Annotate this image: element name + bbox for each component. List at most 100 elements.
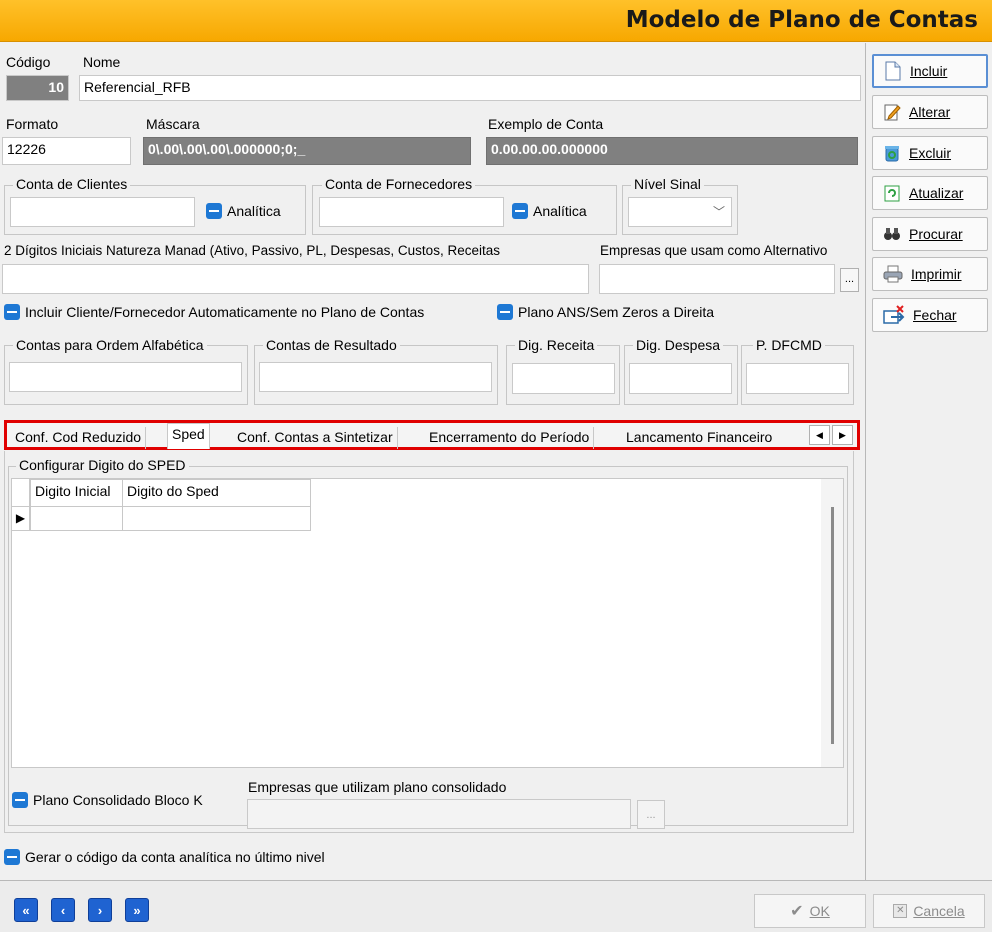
exemplo-field: 0.00.00.00.000000 xyxy=(486,137,858,165)
scrollbar-thumb[interactable] xyxy=(831,507,834,744)
last-record-icon[interactable]: » xyxy=(125,898,149,922)
checkbox-icon xyxy=(497,304,513,320)
empresas-consolidado-label: Empresas que utilizam plano consolidado xyxy=(248,779,507,795)
tab-encerramento-periodo[interactable]: Encerramento do Período xyxy=(425,427,595,449)
imprimir-label: Imprimir xyxy=(911,266,962,282)
refresh-icon xyxy=(884,185,900,202)
nome-field[interactable]: Referencial_RFB xyxy=(79,75,861,101)
fechar-label: Fechar xyxy=(913,307,957,323)
imprimir-button[interactable]: Imprimir xyxy=(872,257,988,291)
conta-fornecedores-field[interactable] xyxy=(319,197,504,227)
digitos-field[interactable] xyxy=(2,264,589,294)
empresas-alt-label: Empresas que usam como Alternativo xyxy=(600,243,828,258)
clientes-analitica-checkbox[interactable]: Analítica xyxy=(206,203,281,219)
fornecedores-analitica-label: Analítica xyxy=(533,203,587,219)
tab-scroll-controls: ◀ ▶ xyxy=(809,425,855,445)
edit-icon xyxy=(884,104,901,121)
tab-lancamento-financeiro[interactable]: Lancamento Financeiro xyxy=(622,427,776,449)
alterar-label: Alterar xyxy=(909,104,951,120)
grid-corner xyxy=(12,479,30,507)
window-title: Modelo de Plano de Contas xyxy=(625,7,978,33)
digitos-label: 2 Dígitos Iniciais Natureza Manad (Ativo… xyxy=(4,243,500,258)
sped-grid[interactable]: Digito Inicial Digito do Sped ▶ xyxy=(11,478,844,768)
plano-consolidado-checkbox[interactable]: Plano Consolidado Bloco K xyxy=(12,792,203,808)
mascara-label: Máscara xyxy=(146,116,200,132)
p-dfcmd-field[interactable] xyxy=(746,363,849,394)
row-indicator-icon: ▶ xyxy=(12,507,30,531)
tab-scroll-left-icon[interactable]: ◀ xyxy=(809,425,830,445)
atualizar-button[interactable]: Atualizar xyxy=(872,176,988,210)
grid-cell-digito-inicial[interactable] xyxy=(30,507,123,531)
contas-ordem-field[interactable] xyxy=(9,362,242,392)
incluir-button[interactable]: Incluir xyxy=(872,54,988,88)
conta-fornecedores-title: Conta de Fornecedores xyxy=(322,176,476,192)
grid-cell-digito-sped[interactable] xyxy=(122,507,311,531)
formato-label: Formato xyxy=(6,116,59,132)
alterar-button[interactable]: Alterar xyxy=(872,95,988,129)
prev-record-icon[interactable]: ‹ xyxy=(51,898,75,922)
excluir-button[interactable]: Excluir xyxy=(872,136,988,170)
incluir-label: Incluir xyxy=(910,63,948,79)
plano-ans-checkbox[interactable]: Plano ANS/Sem Zeros a Direita xyxy=(497,304,714,320)
empresas-alt-button[interactable]: ... xyxy=(840,268,859,292)
ok-button[interactable]: ✔ OK xyxy=(754,894,866,928)
chevron-down-icon: ﹀ xyxy=(712,205,725,219)
first-record-icon[interactable]: « xyxy=(14,898,38,922)
grid-col-digito-sped[interactable]: Digito do Sped xyxy=(122,479,311,507)
printer-icon xyxy=(883,265,903,283)
checkbox-icon xyxy=(4,849,20,865)
nome-label: Nome xyxy=(83,54,121,70)
conta-clientes-title: Conta de Clientes xyxy=(13,176,131,192)
exemplo-label: Exemplo de Conta xyxy=(488,116,604,132)
p-dfcmd-title: P. DFCMD xyxy=(753,337,825,353)
conta-clientes-field[interactable] xyxy=(10,197,195,227)
mascara-field: 0\.00\.00\.00\.000000;0;_ xyxy=(143,137,471,165)
gerar-codigo-checkbox[interactable]: Gerar o código da conta analítica no últ… xyxy=(4,849,325,865)
codigo-label: Código xyxy=(6,54,51,70)
next-record-icon[interactable]: › xyxy=(88,898,112,922)
ok-label: OK xyxy=(809,903,830,919)
empresas-consolidado-button[interactable]: ... xyxy=(637,800,665,829)
nivel-sinal-title: Nível Sinal xyxy=(631,176,704,192)
grid-scrollbar[interactable] xyxy=(821,479,843,767)
empresas-alt-field[interactable] xyxy=(599,264,835,294)
tab-scroll-right-icon[interactable]: ▶ xyxy=(832,425,853,445)
gerar-codigo-label: Gerar o código da conta analítica no últ… xyxy=(25,849,325,865)
checkbox-icon xyxy=(206,203,222,219)
exit-icon xyxy=(883,305,905,324)
dig-despesa-title: Dig. Despesa xyxy=(633,337,724,353)
plano-ans-label: Plano ANS/Sem Zeros a Direita xyxy=(518,304,715,320)
recycle-icon xyxy=(885,146,899,162)
checkbox-icon xyxy=(12,792,28,808)
tab-strip: Conf. Cod Reduzido Sped Conf. Contas a S… xyxy=(4,420,860,450)
fornecedores-analitica-checkbox[interactable]: Analítica xyxy=(512,203,587,219)
fechar-button[interactable]: Fechar xyxy=(872,298,988,332)
excluir-label: Excluir xyxy=(909,145,952,161)
codigo-field[interactable]: 10 xyxy=(6,75,69,101)
cancela-label: Cancela xyxy=(913,903,965,919)
title-bar: Modelo de Plano de Contas xyxy=(0,0,992,42)
contas-ordem-title: Contas para Ordem Alfabética xyxy=(13,337,207,353)
tab-conf-cod-reduzido[interactable]: Conf. Cod Reduzido xyxy=(11,427,147,449)
empresas-consolidado-field[interactable] xyxy=(247,799,631,829)
procurar-button[interactable]: Procurar xyxy=(872,217,988,251)
tab-sped[interactable]: Sped xyxy=(167,423,210,449)
sped-group-title: Configurar Digito do SPED xyxy=(16,457,189,473)
dig-receita-field[interactable] xyxy=(512,363,615,394)
document-icon xyxy=(885,61,901,81)
clientes-analitica-label: Analítica xyxy=(227,203,281,219)
dig-receita-title: Dig. Receita xyxy=(515,337,598,353)
cancela-button[interactable]: ✕ Cancela xyxy=(873,894,985,928)
atualizar-label: Atualizar xyxy=(909,185,964,201)
formato-field[interactable]: 12226 xyxy=(2,137,131,165)
incluir-cliente-checkbox[interactable]: Incluir Cliente/Fornecedor Automaticamen… xyxy=(4,304,424,320)
nivel-sinal-select[interactable]: ﹀ xyxy=(628,197,732,227)
procurar-label: Procurar xyxy=(909,226,963,242)
grid-col-digito-inicial[interactable]: Digito Inicial xyxy=(30,479,123,507)
tab-conf-contas-sintetizar[interactable]: Conf. Contas a Sintetizar xyxy=(233,427,398,449)
incluir-cliente-label: Incluir Cliente/Fornecedor Automaticamen… xyxy=(25,304,425,320)
dig-despesa-field[interactable] xyxy=(629,363,732,394)
checkbox-icon xyxy=(512,203,528,219)
binoculars-icon xyxy=(884,228,900,240)
contas-resultado-field[interactable] xyxy=(259,362,492,392)
